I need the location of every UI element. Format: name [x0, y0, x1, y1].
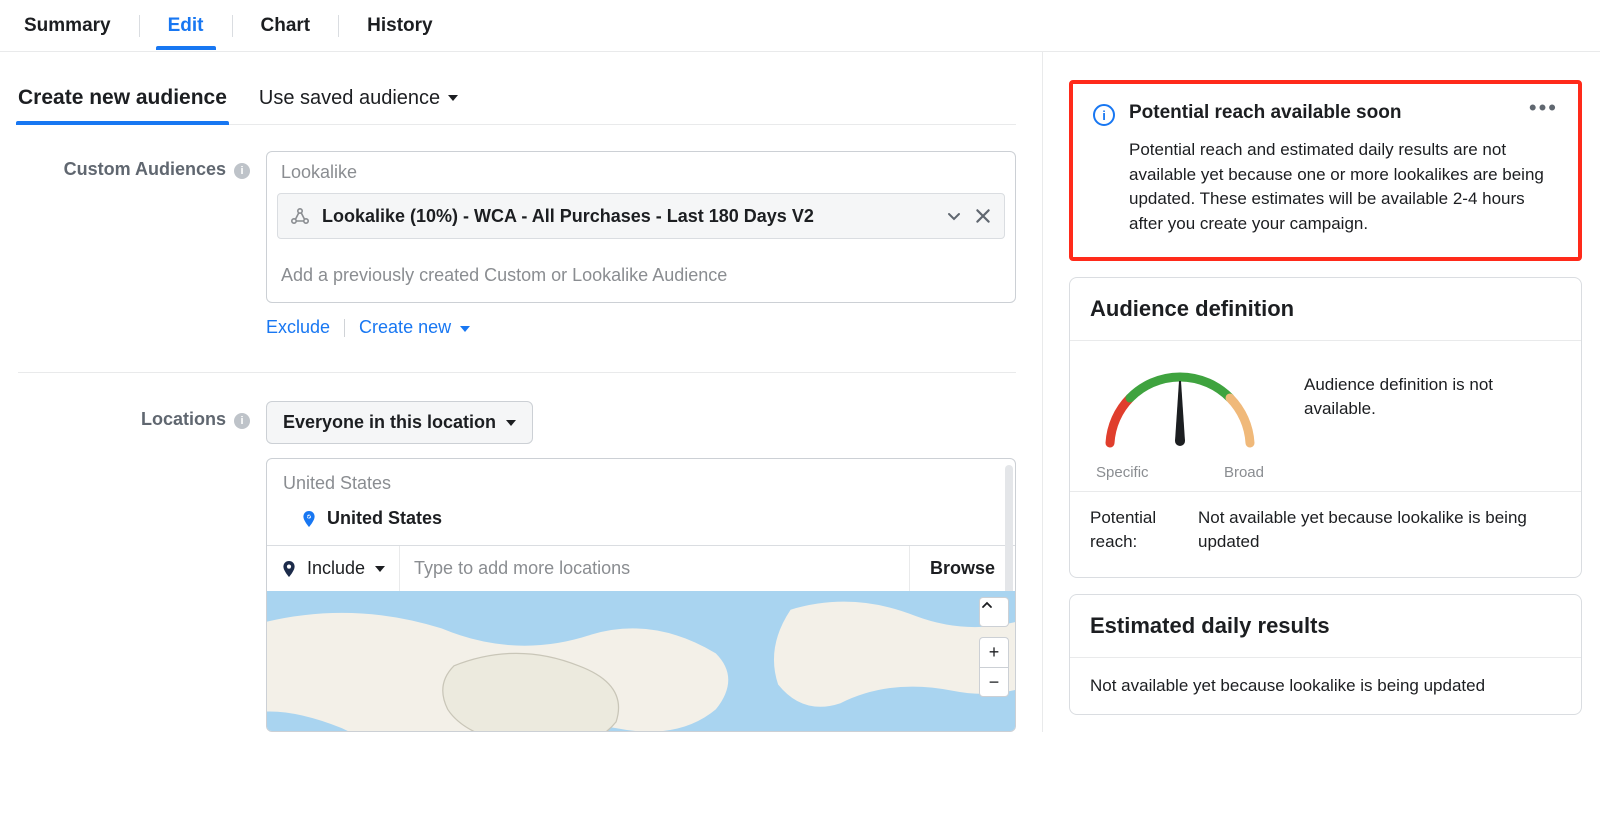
potential-reach-label: Potential reach: — [1090, 506, 1180, 555]
custom-audiences-box: Lookalike Lookalike (10%) - WCA - All Pu… — [266, 151, 1016, 303]
edr-title: Estimated daily results — [1070, 595, 1581, 658]
add-audience-input[interactable]: Add a previously created Custom or Looka… — [267, 249, 1015, 302]
locations-box: United States United States Include Type… — [266, 458, 1016, 732]
more-menu-icon[interactable]: ••• — [1529, 102, 1558, 113]
potential-reach-value: Not available yet because lookalike is b… — [1198, 506, 1561, 555]
map-zoom-out-button[interactable]: − — [979, 667, 1009, 697]
tab-edit[interactable]: Edit — [162, 3, 210, 49]
audience-definition-card: Audience definition Specific Broad — [1069, 277, 1582, 578]
main-form: Create new audience Use saved audience C… — [18, 52, 1016, 732]
audience-definition-text: Audience definition is not available. — [1304, 363, 1561, 422]
location-include-row: Include Type to add more locations Brows… — [267, 545, 1015, 591]
top-tab-bar: Summary Edit Chart History — [0, 0, 1600, 52]
tab-history[interactable]: History — [361, 3, 438, 49]
info-icon[interactable]: i — [234, 163, 250, 179]
location-search-input[interactable]: Type to add more locations — [399, 546, 909, 591]
map-collapse-button[interactable] — [979, 597, 1009, 627]
potential-reach-row: Potential reach: Not available yet becau… — [1070, 491, 1581, 577]
audience-chip[interactable]: Lookalike (10%) - WCA - All Purchases - … — [277, 193, 1005, 239]
custom-audiences-row: Custom Audiences i Lookalike Lookalike (… — [18, 151, 1016, 338]
locations-label-text: Locations — [141, 409, 226, 430]
tab-separator — [338, 15, 339, 37]
tab-create-audience[interactable]: Create new audience — [18, 86, 227, 124]
location-item-label: United States — [327, 508, 442, 529]
create-new-link[interactable]: Create new — [359, 317, 470, 338]
estimated-daily-results-card: Estimated daily results Not available ye… — [1069, 594, 1582, 715]
location-map[interactable]: + − — [267, 591, 1015, 731]
audience-gauge: Specific Broad — [1090, 363, 1270, 481]
custom-audiences-label: Custom Audiences i — [18, 151, 250, 338]
pin-icon — [301, 511, 317, 527]
caret-down-icon — [460, 326, 470, 332]
caret-down-icon — [448, 95, 458, 101]
audience-definition-title: Audience definition — [1070, 278, 1581, 341]
divider — [18, 372, 1016, 373]
caret-down-icon — [375, 566, 385, 572]
estimates-panel: i Potential reach available soon ••• Pot… — [1042, 52, 1582, 732]
location-group-label: United States — [267, 459, 1015, 498]
chevron-down-icon[interactable] — [946, 208, 962, 224]
locations-label: Locations i — [18, 401, 250, 732]
map-zoom-in-button[interactable]: + — [979, 637, 1009, 667]
tab-saved-audience[interactable]: Use saved audience — [259, 87, 458, 124]
potential-reach-title: Potential reach available soon — [1129, 102, 1515, 124]
include-label: Include — [307, 558, 365, 579]
create-new-label: Create new — [359, 317, 451, 337]
audience-chip-label: Lookalike (10%) - WCA - All Purchases - … — [322, 204, 934, 228]
info-icon: i — [1093, 104, 1115, 126]
gauge-specific-label: Specific — [1096, 464, 1149, 481]
gauge-broad-label: Broad — [1224, 464, 1264, 481]
locations-row: Locations i Everyone in this location Un… — [18, 401, 1016, 732]
close-icon[interactable] — [974, 207, 992, 225]
lookalike-icon — [290, 207, 310, 225]
caret-down-icon — [506, 420, 516, 426]
exclude-link[interactable]: Exclude — [266, 317, 330, 338]
custom-audiences-label-text: Custom Audiences — [64, 159, 226, 180]
include-dropdown[interactable]: Include — [267, 546, 399, 591]
browse-button[interactable]: Browse — [909, 546, 1015, 591]
tab-summary[interactable]: Summary — [18, 3, 117, 49]
separator — [344, 319, 345, 337]
location-scope-select[interactable]: Everyone in this location — [266, 401, 533, 444]
lookalike-group-label: Lookalike — [267, 152, 1015, 189]
potential-reach-body: Potential reach and estimated daily resu… — [1129, 138, 1558, 237]
pin-icon — [281, 561, 297, 577]
tab-saved-audience-label: Use saved audience — [259, 87, 440, 110]
info-icon[interactable]: i — [234, 413, 250, 429]
audience-tab-bar: Create new audience Use saved audience — [18, 86, 1016, 125]
location-scope-label: Everyone in this location — [283, 412, 496, 433]
tab-separator — [139, 15, 140, 37]
potential-reach-card: i Potential reach available soon ••• Pot… — [1069, 80, 1582, 261]
location-item[interactable]: United States — [267, 498, 1015, 545]
tab-separator — [232, 15, 233, 37]
edr-body: Not available yet because lookalike is b… — [1070, 658, 1581, 714]
audience-actions: Exclude Create new — [266, 317, 1016, 338]
tab-chart[interactable]: Chart — [255, 3, 317, 49]
